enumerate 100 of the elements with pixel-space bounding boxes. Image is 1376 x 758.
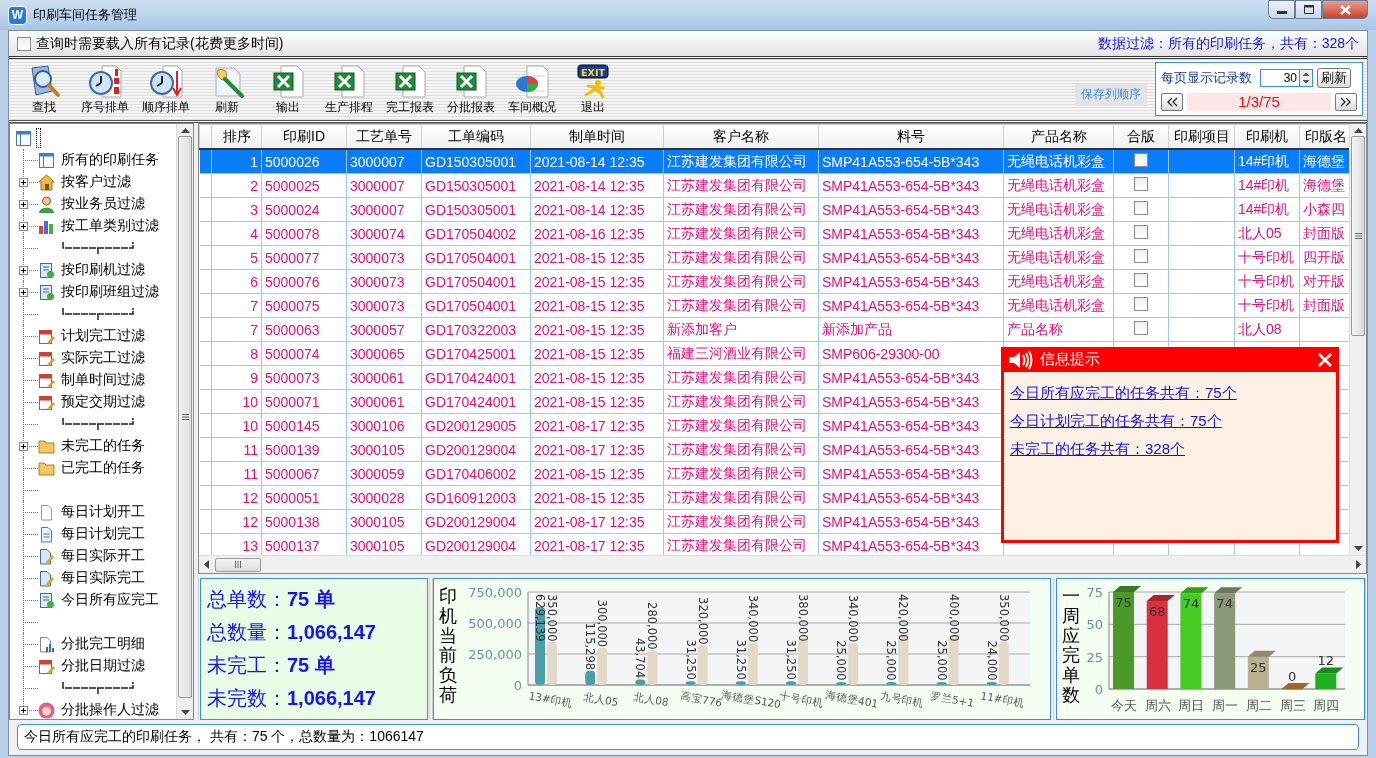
expand-button[interactable] xyxy=(19,288,28,297)
scroll-thumb[interactable] xyxy=(215,557,261,572)
column-header[interactable]: 印刷项目 xyxy=(1168,124,1235,149)
table-row[interactable]: 5 5000077 3000073 GD170504001 2021-08-15 12:35 江苏建发集团有限公司 SMP41A553-654-5B*343 无绳电话机彩盒 十号印机 四开版 xyxy=(199,245,1349,270)
toolbar-button[interactable]: 顺序排单 xyxy=(135,63,196,116)
tree-item[interactable]: 每日实际完工 xyxy=(10,567,176,589)
refresh-button[interactable]: 刷新 xyxy=(1317,67,1351,88)
maximize-button[interactable] xyxy=(1295,0,1322,19)
checkbox[interactable] xyxy=(1134,273,1148,287)
axis-label: 0 xyxy=(1094,682,1103,697)
tree-item[interactable]: 计划完工过滤 xyxy=(10,325,176,347)
column-header[interactable]: 排序 xyxy=(211,124,262,149)
close-button[interactable] xyxy=(1322,0,1368,19)
tree-item[interactable]: 未完工的任务 xyxy=(10,435,176,457)
scroll-down-icon[interactable] xyxy=(180,710,190,716)
scroll-left-icon[interactable] xyxy=(203,560,209,569)
checkbox[interactable] xyxy=(1134,225,1148,239)
expand-button[interactable] xyxy=(19,178,28,187)
table-cell: 2021-08-15 12:35 xyxy=(530,485,664,510)
tree-item[interactable]: 预定交期过滤 xyxy=(10,391,176,413)
tree-item[interactable]: 每日实际开工 xyxy=(10,545,176,567)
column-header[interactable]: 产品名称 xyxy=(1003,124,1114,149)
checkbox[interactable] xyxy=(1134,321,1148,335)
checkbox[interactable] xyxy=(1134,177,1148,191)
table-cell: 2 xyxy=(211,173,262,198)
tree-item[interactable]: 每日计划开工 xyxy=(10,501,176,523)
tree-item[interactable]: 今日所有应完工 xyxy=(10,589,176,611)
column-header[interactable]: 印刷机 xyxy=(1234,124,1300,149)
table-row[interactable]: 2 5000025 3000007 GD150305001 2021-08-14 12:35 江苏建发集团有限公司 SMP41A553-654-5B*343 无绳电话机彩盒 14#印机 海德堡 xyxy=(199,173,1349,198)
checkbox[interactable] xyxy=(17,36,31,51)
table-cell: 无绳电话机彩盒 xyxy=(1003,245,1114,270)
table-row[interactable]: 7 5000075 3000073 GD170504001 2021-08-15 12:35 江苏建发集团有限公司 SMP41A553-654-5B*343 无绳电话机彩盒 十号印机 封面版 xyxy=(199,293,1349,318)
tree-item[interactable]: 按工单类别过滤 xyxy=(10,215,176,237)
tree-item[interactable]: 制单时间过滤 xyxy=(10,369,176,391)
checkbox[interactable] xyxy=(1134,153,1148,167)
toolbar-button[interactable]: 生产排程 xyxy=(318,63,379,116)
expand-button[interactable] xyxy=(19,442,28,451)
toolbar-button[interactable]: 完工报表 xyxy=(379,63,440,116)
column-header[interactable]: 工艺单号 xyxy=(346,124,422,149)
tree-item[interactable]: 按客户过滤 xyxy=(10,171,176,193)
vertical-scrollbar[interactable] xyxy=(1349,124,1366,555)
previous-page-button[interactable] xyxy=(1161,92,1183,111)
double-chevron-left-icon xyxy=(1166,96,1178,107)
tree-item[interactable]: 每日计划完工 xyxy=(10,523,176,545)
toolbar-button[interactable]: 查找 xyxy=(13,63,74,116)
expand-button[interactable] xyxy=(19,266,28,275)
scroll-thumb[interactable] xyxy=(1351,136,1365,336)
checkbox[interactable] xyxy=(1134,297,1148,311)
column-header[interactable]: 客户名称 xyxy=(663,124,819,149)
column-header[interactable]: 工单编码 xyxy=(421,124,531,149)
table-cell: 3000007 xyxy=(346,197,422,222)
scroll-thumb[interactable] xyxy=(178,136,192,698)
column-header[interactable]: 制单时间 xyxy=(530,124,664,149)
vertical-scrollbar[interactable] xyxy=(176,124,193,719)
tree-item[interactable]: 分批操作人过滤 xyxy=(10,699,176,719)
tree-item[interactable]: 分批日期过滤 xyxy=(10,655,176,677)
toolbar-button[interactable]: 序号排单 xyxy=(74,63,135,116)
expand-button[interactable] xyxy=(19,222,28,231)
notification-link[interactable]: 未完工的任务共有：328个 xyxy=(1010,440,1186,459)
minimize-button[interactable] xyxy=(1268,0,1295,19)
scroll-down-icon[interactable] xyxy=(1353,546,1363,552)
toolbar-button[interactable]: EXIT 退出 xyxy=(562,63,623,116)
tree-item[interactable]: 已完工的任务 xyxy=(10,457,176,479)
column-header[interactable]: 料号 xyxy=(818,124,1004,149)
notification-link[interactable]: 今日计划完工的任务共有：75个 xyxy=(1010,412,1222,431)
scroll-up-icon[interactable] xyxy=(1353,127,1363,133)
toolbar-button[interactable]: 分批报表 xyxy=(440,63,501,116)
scroll-up-icon[interactable] xyxy=(180,127,190,133)
tree-item[interactable]: 分批完工明细 xyxy=(10,633,176,655)
scroll-right-icon[interactable] xyxy=(1356,560,1362,569)
tree-item[interactable]: 实际完工过滤 xyxy=(10,347,176,369)
table-row[interactable]: 1 5000026 3000007 GD150305001 2021-08-14 12:35 江苏建发集团有限公司 SMP41A553-654-5B*343 无绳电话机彩盒 14#印机 海德堡 xyxy=(199,149,1349,174)
table-row[interactable]: 7 5000063 3000057 GD170322003 2021-08-15 12:35 新添加客户 新添加产品 产品名称 北人08 xyxy=(199,317,1349,342)
report-icon xyxy=(38,635,55,653)
checkbox[interactable] xyxy=(1134,201,1148,215)
close-icon xyxy=(1318,352,1332,367)
data-label: 340,000 xyxy=(846,594,861,643)
toolbar-button[interactable]: 刷新 xyxy=(196,63,257,116)
table-row[interactable]: 6 5000076 3000073 GD170504001 2021-08-15 12:35 江苏建发集团有限公司 SMP41A553-654-5B*343 无绳电话机彩盒 十号印机 对开版 xyxy=(199,269,1349,294)
next-page-button[interactable] xyxy=(1335,92,1357,111)
spinner-button[interactable] xyxy=(1299,68,1313,87)
tree-item[interactable]: 按印刷机过滤 xyxy=(10,259,176,281)
horizontal-scrollbar[interactable] xyxy=(199,555,1366,573)
tree-item[interactable]: 按印刷班组过滤 xyxy=(10,281,176,303)
tree-item[interactable]: 所有的印刷任务 xyxy=(10,149,176,171)
data-label: 12 xyxy=(1317,653,1335,669)
toolbar-button[interactable]: 输出 xyxy=(257,63,318,116)
expand-button[interactable] xyxy=(19,706,28,715)
table-row[interactable]: 3 5000024 3000007 GD150305001 2021-08-14 12:35 江苏建发集团有限公司 SMP41A553-654-5B*343 无绳电话机彩盒 14#印机 小森四 xyxy=(199,197,1349,222)
column-header[interactable]: 印版名 xyxy=(1299,124,1349,149)
expand-button[interactable] xyxy=(19,200,28,209)
table-cell: 3000059 xyxy=(346,461,422,486)
table-cell: 2021-08-15 12:35 xyxy=(530,389,664,414)
column-header[interactable]: 合版 xyxy=(1113,124,1169,149)
checkbox[interactable] xyxy=(1134,249,1148,263)
column-header[interactable]: 印刷ID xyxy=(261,124,347,149)
table-row[interactable]: 4 5000078 3000074 GD170504002 2021-08-16 12:35 江苏建发集团有限公司 SMP41A553-654-5B*343 无绳电话机彩盒 北人05 封面版 xyxy=(199,221,1349,246)
toolbar-button[interactable]: 车间概况 xyxy=(501,63,562,116)
tree-item[interactable]: 按业务员过滤 xyxy=(10,193,176,215)
page-size-field[interactable]: 30 xyxy=(1260,68,1299,87)
